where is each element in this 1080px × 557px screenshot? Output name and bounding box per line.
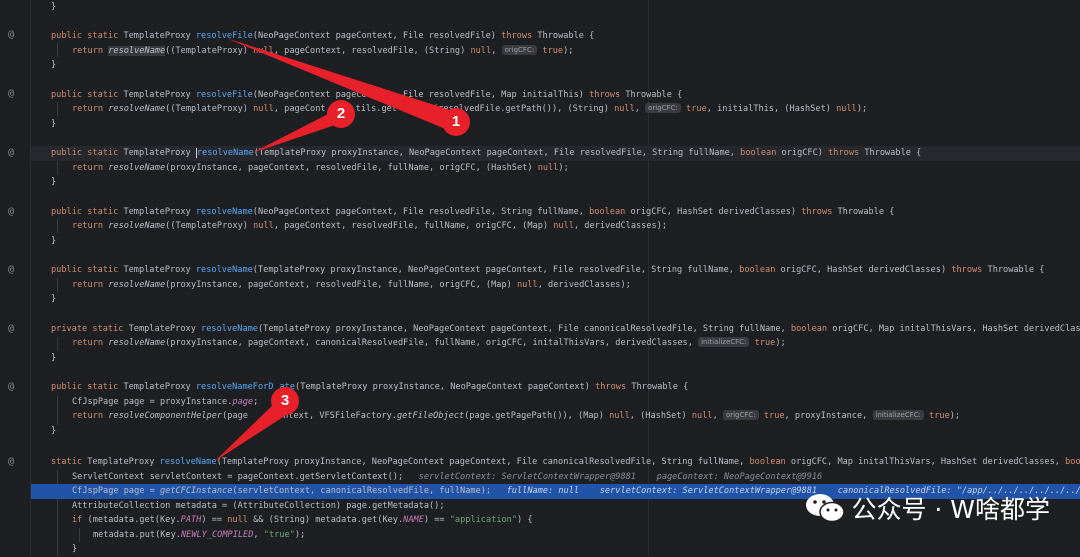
callout-marker-3: 3 (271, 387, 299, 415)
wechat-icon (806, 494, 846, 523)
watermark-text: 公众号 · W啥都学 (851, 495, 1050, 524)
callout-marker-2: 2 (327, 100, 355, 128)
annotation-arrows (215, 38, 466, 461)
callout-marker-1: 1 (442, 108, 470, 136)
watermark: 公众号 · W啥都学 (805, 490, 1050, 526)
